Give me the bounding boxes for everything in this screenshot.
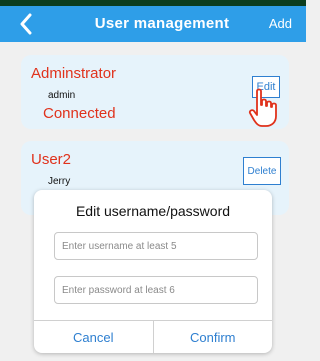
password-input[interactable] xyxy=(54,276,258,304)
dialog-footer: Cancel Confirm xyxy=(34,320,272,353)
user-username: admin xyxy=(48,90,76,101)
connection-status: Connected xyxy=(43,105,116,122)
cancel-button[interactable]: Cancel xyxy=(34,321,154,353)
dialog-title: Edit username/password xyxy=(75,203,231,219)
add-user-button[interactable]: Add xyxy=(269,16,292,31)
user-display-name: User2 xyxy=(31,151,72,168)
app-header: User management Add xyxy=(0,6,306,42)
hand-pointer-icon xyxy=(248,88,277,127)
user-display-name: Adminstrator xyxy=(31,65,117,82)
edit-credentials-dialog: Edit username/password Cancel Confirm xyxy=(34,190,272,353)
user-username: Jerry xyxy=(48,176,71,187)
page-title: User management xyxy=(94,15,230,32)
username-input[interactable] xyxy=(54,232,258,260)
confirm-button[interactable]: Confirm xyxy=(154,321,273,353)
delete-button[interactable]: Delete xyxy=(243,157,281,185)
